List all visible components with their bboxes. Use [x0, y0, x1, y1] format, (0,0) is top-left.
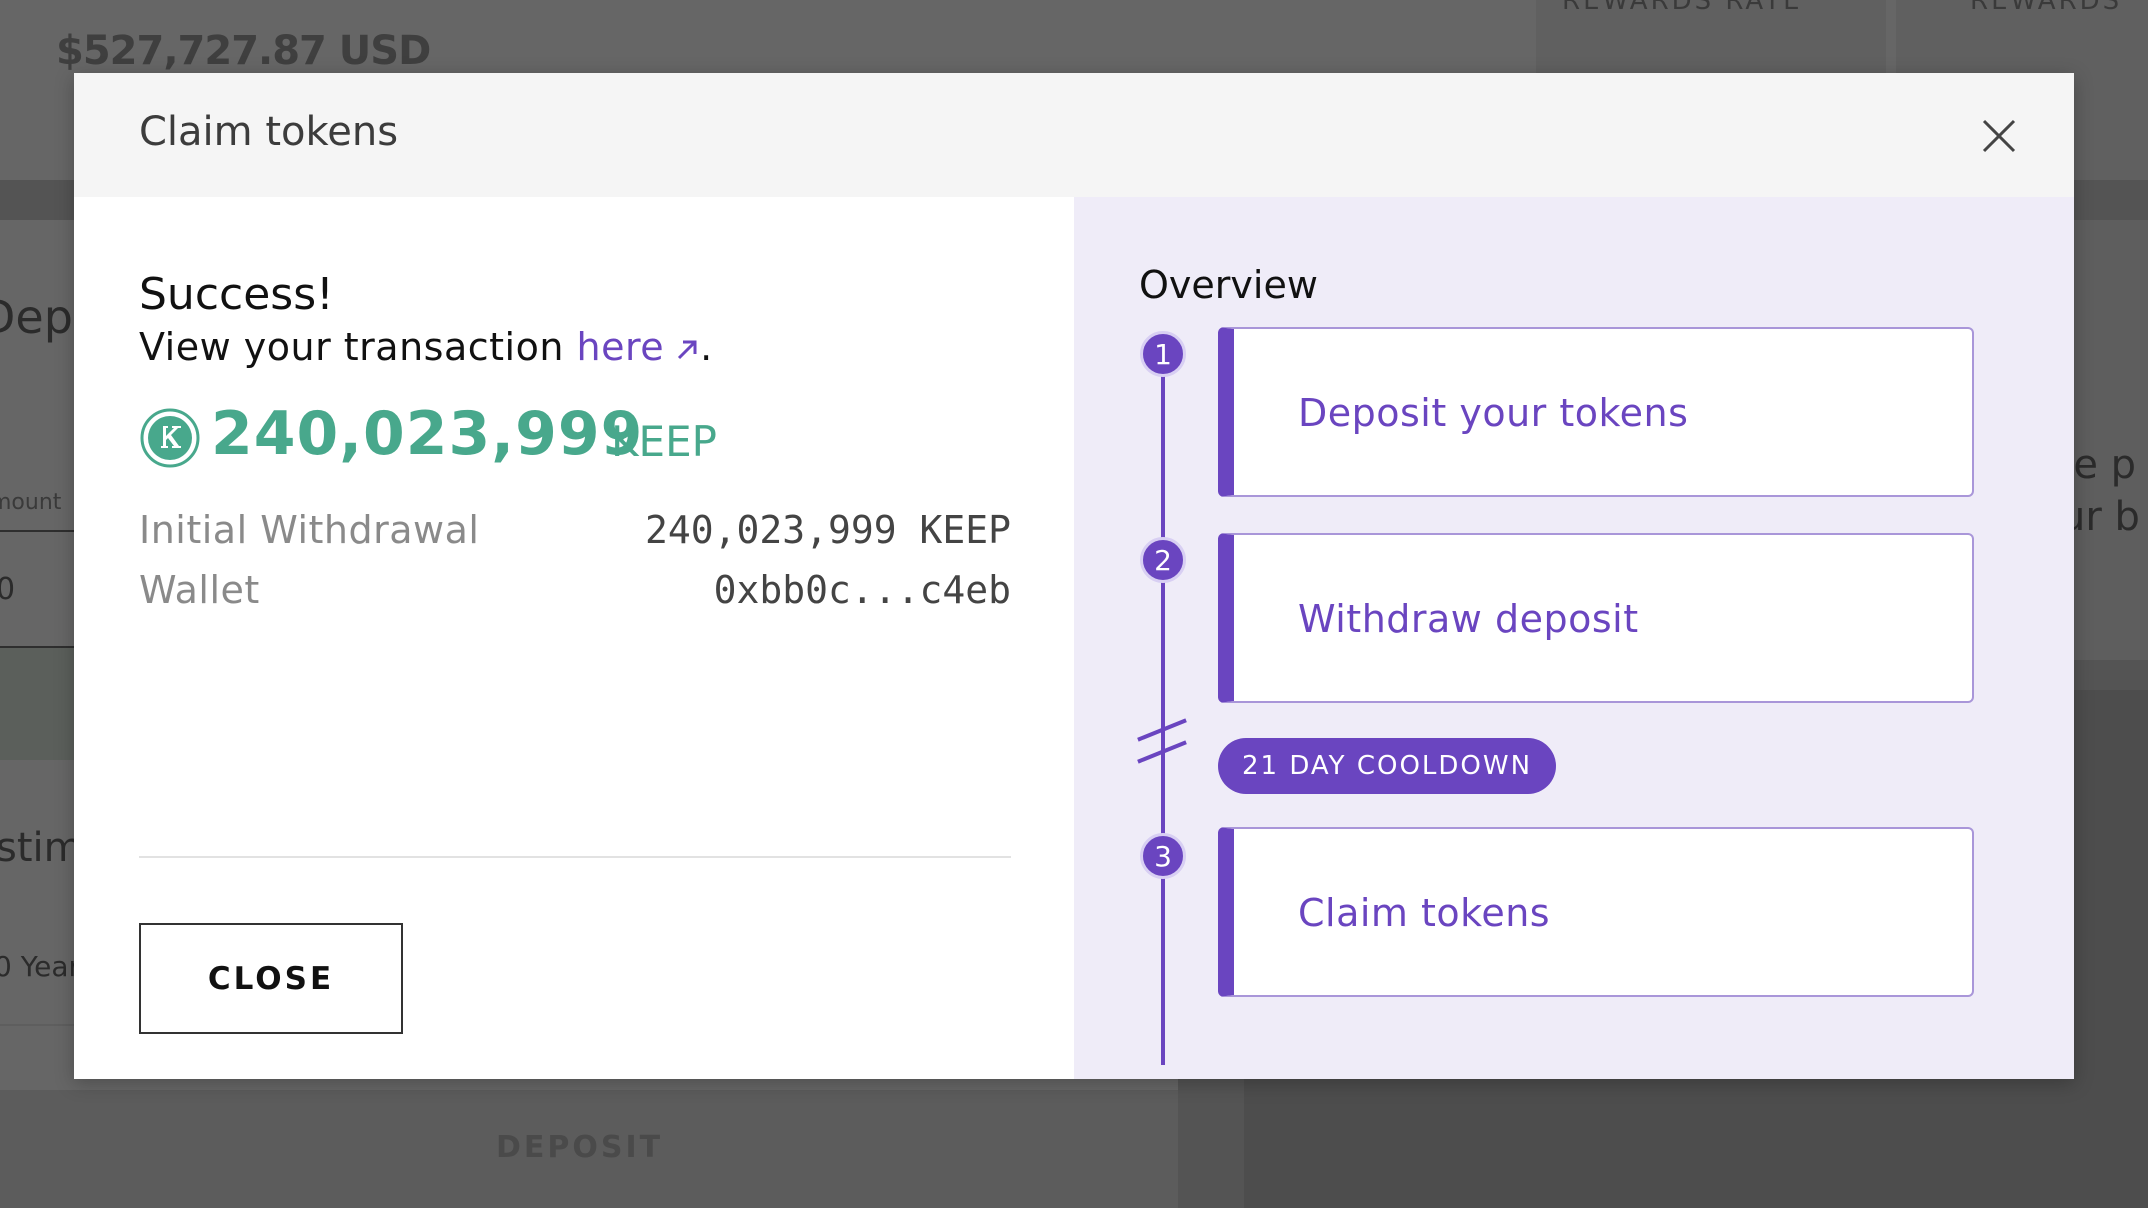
wallet-label: Wallet: [139, 568, 260, 612]
keep-token-icon: [139, 407, 201, 469]
bg-column-header: REWARDS RATE: [1562, 0, 1803, 16]
step-card-withdraw[interactable]: Withdraw deposit: [1218, 533, 1974, 703]
bg-balance: $527,727.87 USD: [56, 28, 431, 74]
initial-withdrawal-label: Initial Withdrawal: [139, 508, 480, 552]
step-number: 1: [1140, 331, 1186, 377]
token-amount: 240,023,999: [211, 399, 644, 469]
timeline-line: [1161, 765, 1165, 1065]
step-number: 2: [1140, 537, 1186, 583]
view-transaction-suffix: .: [700, 325, 713, 369]
transaction-summary: Success! View your transaction here. 240…: [74, 197, 1074, 1079]
bg-estimate-title: stim: [0, 825, 83, 871]
modal-title: Claim tokens: [139, 109, 399, 155]
divider: [139, 856, 1011, 858]
transaction-link[interactable]: here: [577, 325, 701, 369]
close-icon[interactable]: [1974, 111, 2024, 161]
transaction-link-label: here: [576, 325, 665, 369]
step-label: Withdraw deposit: [1298, 597, 1639, 641]
token-unit: KEEP: [611, 417, 717, 466]
external-link-icon: [674, 328, 700, 372]
step-card-claim[interactable]: Claim tokens: [1218, 827, 1974, 997]
close-button[interactable]: CLOSE: [139, 923, 403, 1034]
overview-title: Overview: [1139, 263, 1318, 307]
bg-deposit-button-label: DEPOSIT: [496, 1130, 664, 1165]
wallet-address: 0xbb0c...c4eb: [713, 568, 1011, 612]
bg-column-header: REWARDS: [1970, 0, 2123, 16]
modal-header: Claim tokens: [74, 73, 2074, 197]
view-transaction-text: View your transaction here.: [139, 325, 713, 372]
bg-amount-label: mount: [0, 490, 62, 515]
claim-tokens-modal: Claim tokens Success! View your transact…: [74, 73, 2074, 1079]
step-label: Deposit your tokens: [1298, 391, 1689, 435]
step-number: 3: [1140, 833, 1186, 879]
cooldown-badge: 21 DAY COOLDOWN: [1218, 738, 1557, 794]
initial-withdrawal-value: 240,023,999 KEEP: [644, 508, 1011, 552]
bg-action-bar: [0, 648, 80, 760]
view-transaction-prefix: View your transaction: [139, 325, 577, 369]
bg-year-label: 0 Year: [0, 950, 80, 983]
overview-panel: Overview 1 2 3 Deposit your tokens Withd…: [1074, 197, 2074, 1079]
step-card-deposit[interactable]: Deposit your tokens: [1218, 327, 1974, 497]
bg-amount-value: 0: [0, 572, 16, 607]
success-heading: Success!: [139, 269, 334, 320]
step-label: Claim tokens: [1298, 891, 1551, 935]
